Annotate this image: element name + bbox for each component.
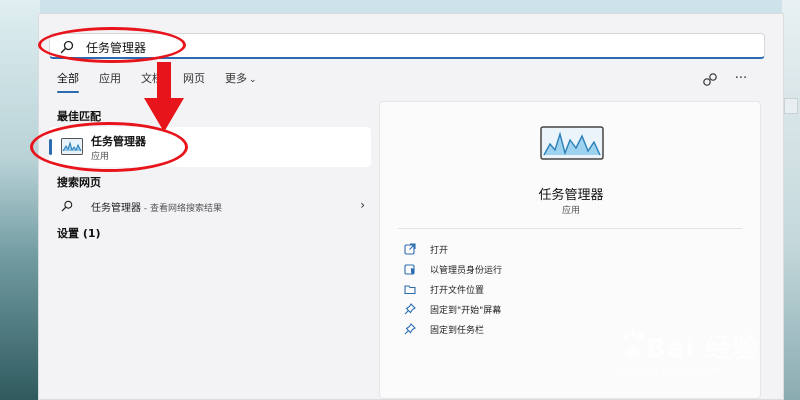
chevron-right-icon[interactable]: › [360,198,365,212]
action-open[interactable]: 打开 [404,240,448,258]
action-open-file-location-label: 打开文件位置 [430,285,485,296]
search-input[interactable]: 任务管理器 [49,33,765,59]
tab-more-label: 更多 [225,72,247,85]
web-search-heading: 搜索网页 [57,176,101,189]
action-pin-to-taskbar-label: 固定到任务栏 [430,325,485,336]
pin-icon [404,303,416,315]
best-match-type: 应用 [91,152,110,162]
tab-apps[interactable]: 应用 [89,70,131,90]
task-manager-icon [61,138,83,155]
background-window-edge [784,98,798,114]
chevron-down-icon: ⌄ [249,75,257,85]
search-icon [60,40,74,54]
best-match-name: 任务管理器 [91,135,146,148]
action-open-file-location[interactable]: 打开文件位置 [404,280,484,298]
action-run-as-admin[interactable]: 以管理员身份运行 [404,260,502,278]
result-detail-pane: 任务管理器 应用 打开 以管理员身份运行 打开文件位置 固定到"开始"屏幕 固定… [379,101,761,399]
annotation-arrow-icon [144,62,184,132]
best-match-heading: 最佳匹配 [57,110,101,123]
search-query-text: 任务管理器 [86,41,147,55]
web-search-query: 任务管理器 [91,203,141,214]
task-manager-large-icon [540,126,604,160]
web-search-text: 任务管理器 - 查看网络搜索结果 [91,199,222,214]
desktop-wallpaper-left [0,0,40,400]
web-search-hint: - 查看网络搜索结果 [141,204,222,214]
more-options-icon[interactable]: ··· [733,72,749,88]
detail-app-name: 任务管理器 [538,188,604,203]
selection-indicator [49,139,52,155]
action-run-as-admin-label: 以管理员身份运行 [430,265,503,276]
open-external-icon [404,243,416,255]
desktop-wallpaper-right [782,0,800,400]
best-match-result[interactable]: 任务管理器 应用 [49,127,371,167]
detail-app-type: 应用 [561,206,580,216]
web-search-result[interactable]: 任务管理器 - 查看网络搜索结果 › [49,197,365,217]
detail-divider [398,228,742,229]
action-pin-to-start-label: 固定到"开始"屏幕 [430,305,502,316]
tab-more[interactable]: 更多 ⌄ [215,70,267,90]
folder-icon [404,285,416,295]
admin-shield-icon [404,264,415,275]
action-pin-to-taskbar[interactable]: 固定到任务栏 [404,320,484,338]
pin-icon [404,323,416,335]
connect-icon[interactable] [702,72,718,88]
action-pin-to-start[interactable]: 固定到"开始"屏幕 [404,300,501,318]
tab-all[interactable]: 全部 [47,70,89,93]
search-icon [61,200,73,212]
settings-heading[interactable]: 设置 (1) [57,225,101,241]
action-open-label: 打开 [430,245,449,256]
